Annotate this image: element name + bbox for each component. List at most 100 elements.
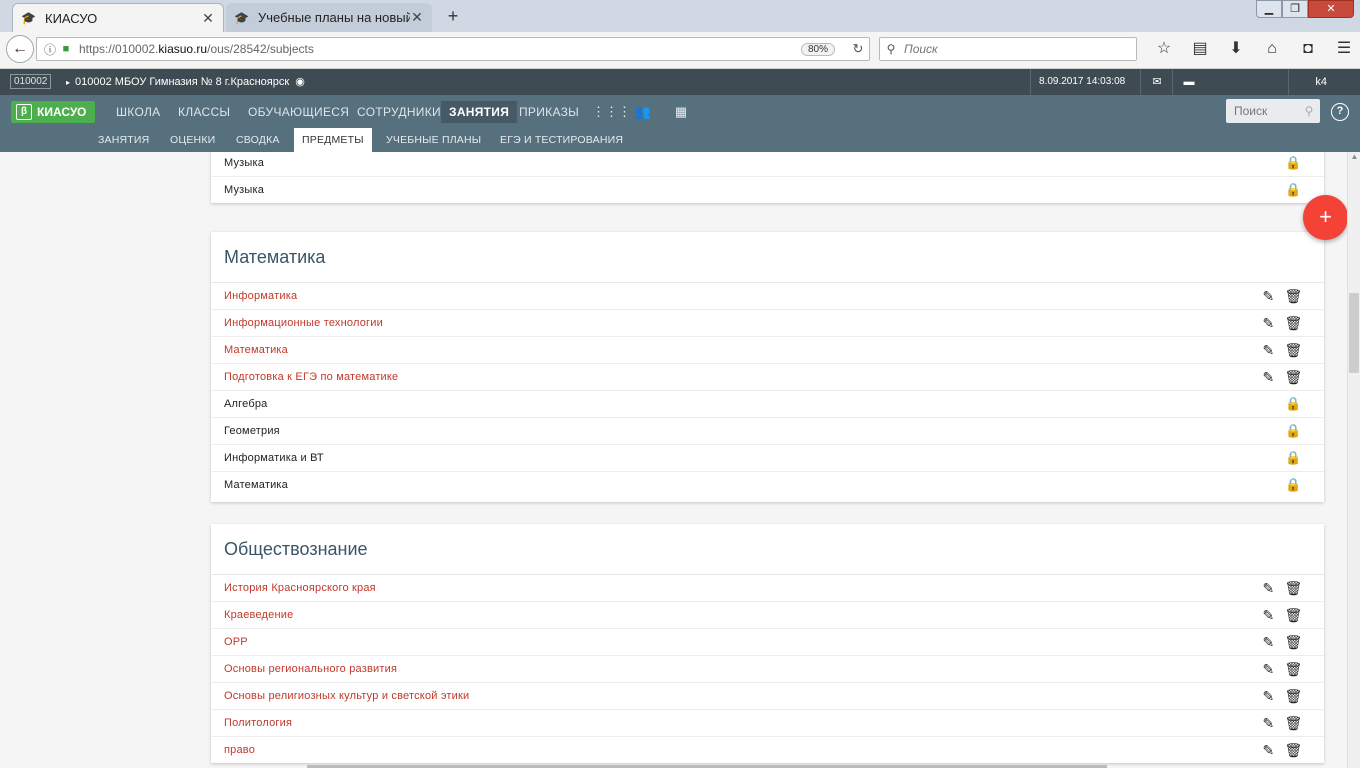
restore-button[interactable]: ❐ bbox=[1282, 0, 1308, 18]
zoom-badge[interactable]: 80% bbox=[800, 42, 835, 56]
menu-item-school[interactable]: ШКОЛА bbox=[108, 101, 168, 123]
edit-pencil-icon[interactable]: ✎ bbox=[1256, 602, 1281, 628]
subject-name: Музыка bbox=[224, 184, 265, 196]
edit-pencil-icon[interactable]: ✎ bbox=[1256, 656, 1281, 682]
delete-trash-icon[interactable]: 🗑 bbox=[1281, 283, 1306, 309]
menu-item-students[interactable]: ОБУЧАЮЩИЕСЯ bbox=[240, 101, 357, 123]
mail-icon[interactable]: ✉ bbox=[1140, 69, 1173, 95]
row-actions: ✎ 🗑 bbox=[1256, 737, 1306, 763]
subject-name[interactable]: Краеведение bbox=[224, 609, 293, 621]
delete-trash-icon[interactable]: 🗑 bbox=[1281, 629, 1306, 655]
app-search[interactable]: ⚲ bbox=[1226, 99, 1320, 123]
subject-name[interactable]: ОРР bbox=[224, 636, 248, 648]
new-tab-button[interactable]: + bbox=[444, 6, 462, 27]
browser-tab-inactive[interactable]: 🎓 Учебные планы на новый у ✕ bbox=[226, 3, 432, 32]
tab-grades[interactable]: ОЦЕНКИ bbox=[162, 128, 223, 152]
subject-name[interactable]: Основы регионального развития bbox=[224, 663, 397, 675]
menu-item-lessons[interactable]: ЗАНЯТИЯ bbox=[441, 101, 518, 123]
browser-search-input[interactable] bbox=[902, 41, 1126, 57]
search-icon[interactable]: ⚲ bbox=[1298, 104, 1320, 118]
delete-trash-icon[interactable]: 🗑 bbox=[1281, 575, 1306, 601]
edit-pencil-icon[interactable]: ✎ bbox=[1256, 710, 1281, 736]
subject-name[interactable]: Информационные технологии bbox=[224, 317, 383, 329]
subject-name[interactable]: История Красноярского края bbox=[224, 582, 376, 594]
close-window-button[interactable]: ✕ bbox=[1308, 0, 1354, 18]
org-selector[interactable]: ▸ 010002 МБОУ Гимназия № 8 г.Красноярск ◉ bbox=[66, 75, 305, 88]
edit-pencil-icon[interactable]: ✎ bbox=[1256, 683, 1281, 709]
menu-item-staff[interactable]: СОТРУДНИКИ bbox=[349, 101, 449, 123]
app-search-input[interactable] bbox=[1226, 103, 1298, 119]
edit-pencil-icon[interactable]: ✎ bbox=[1256, 575, 1281, 601]
subject-row[interactable]: Математика ✎ 🗑 bbox=[211, 337, 1324, 364]
browser-tab-active[interactable]: 🎓 КИАСУО ✕ bbox=[12, 3, 224, 32]
browser-search-bar[interactable]: ⚲ bbox=[879, 37, 1137, 61]
delete-trash-icon[interactable]: 🗑 bbox=[1281, 656, 1306, 682]
edit-pencil-icon[interactable]: ✎ bbox=[1256, 737, 1281, 763]
delete-trash-icon[interactable]: 🗑 bbox=[1281, 683, 1306, 709]
menu-item-orders[interactable]: ПРИКАЗЫ bbox=[511, 101, 587, 123]
delete-trash-icon[interactable]: 🗑 bbox=[1281, 337, 1306, 363]
user-name[interactable]: k4 bbox=[1288, 69, 1327, 95]
delete-trash-icon[interactable]: 🗑 bbox=[1281, 364, 1306, 390]
edit-pencil-icon[interactable]: ✎ bbox=[1256, 337, 1281, 363]
delete-trash-icon[interactable]: 🗑 bbox=[1281, 710, 1306, 736]
delete-trash-icon[interactable]: 🗑 bbox=[1281, 602, 1306, 628]
app-logo[interactable]: β КИАСУО bbox=[11, 101, 95, 123]
tab-subjects[interactable]: ПРЕДМЕТЫ bbox=[294, 128, 372, 152]
subject-row[interactable]: Основы религиозных культур и светской эт… bbox=[211, 683, 1324, 710]
info-icon[interactable]: ⓘ bbox=[41, 41, 59, 58]
subject-row[interactable]: ОРР ✎ 🗑 bbox=[211, 629, 1324, 656]
close-tab-icon[interactable]: ✕ bbox=[201, 10, 215, 27]
scrollbar-thumb[interactable] bbox=[1349, 293, 1359, 373]
subject-row[interactable]: История Красноярского края ✎ 🗑 bbox=[211, 575, 1324, 602]
delete-trash-icon[interactable]: 🗑 bbox=[1281, 737, 1306, 763]
main-menu: β КИАСУО ШКОЛА КЛАССЫ ОБУЧАЮЩИЕСЯ СОТРУД… bbox=[0, 95, 1360, 128]
home-icon[interactable]: ⌂ bbox=[1254, 38, 1290, 60]
subject-name[interactable]: Подготовка к ЕГЭ по математике bbox=[224, 371, 398, 383]
document-icon[interactable]: ▬ bbox=[1172, 69, 1205, 95]
address-bar[interactable]: ⓘ ■ https://010002.kiasuo.ru/ous/28542/s… bbox=[36, 37, 870, 61]
close-tab-icon[interactable]: ✕ bbox=[410, 9, 424, 26]
menu-item-classes[interactable]: КЛАССЫ bbox=[170, 101, 238, 123]
edit-pencil-icon[interactable]: ✎ bbox=[1256, 283, 1281, 309]
subject-row[interactable]: Подготовка к ЕГЭ по математике ✎ 🗑 bbox=[211, 364, 1324, 391]
add-subject-button[interactable]: + bbox=[1303, 195, 1348, 240]
reading-list-icon[interactable]: ▤ bbox=[1182, 38, 1218, 60]
subject-row[interactable]: Основы регионального развития ✎ 🗑 bbox=[211, 656, 1324, 683]
subject-row[interactable]: Информатика ✎ 🗑 bbox=[211, 283, 1324, 310]
scroll-up-icon[interactable]: ▲ bbox=[1348, 152, 1360, 164]
minimize-button[interactable]: ▁ bbox=[1256, 0, 1282, 18]
scrollbar[interactable]: ▲ bbox=[1347, 152, 1360, 768]
subject-name[interactable]: Политология bbox=[224, 717, 292, 729]
edit-pencil-icon[interactable]: ✎ bbox=[1256, 310, 1281, 336]
search-icon: ⚲ bbox=[886, 42, 896, 56]
tab-summary[interactable]: СВОДКА bbox=[228, 128, 288, 152]
calendar-icon[interactable]: ▦ bbox=[670, 101, 692, 123]
subject-row[interactable]: право ✎ 🗑 bbox=[211, 737, 1324, 763]
subject-name[interactable]: Основы религиозных культур и светской эт… bbox=[224, 690, 469, 702]
bookmark-star-icon[interactable]: ☆ bbox=[1146, 38, 1182, 60]
delete-trash-icon[interactable]: 🗑 bbox=[1281, 310, 1306, 336]
reload-icon[interactable]: ↻ bbox=[847, 41, 869, 57]
eye-icon[interactable]: ◉ bbox=[295, 76, 305, 88]
help-icon[interactable]: ? bbox=[1331, 103, 1349, 121]
subject-name[interactable]: Информатика bbox=[224, 290, 297, 302]
subject-name[interactable]: право bbox=[224, 744, 255, 756]
subject-row[interactable]: Политология ✎ 🗑 bbox=[211, 710, 1324, 737]
subject-row[interactable]: Краеведение ✎ 🗑 bbox=[211, 602, 1324, 629]
tab-exams[interactable]: ЕГЭ И ТЕСТИРОВАНИЯ bbox=[492, 128, 631, 152]
people-icon[interactable]: 👥 bbox=[632, 101, 654, 123]
menu-hamburger-icon[interactable]: ☰ bbox=[1326, 38, 1360, 60]
tab-curricula[interactable]: УЧЕБНЫЕ ПЛАНЫ bbox=[378, 128, 489, 152]
edit-pencil-icon[interactable]: ✎ bbox=[1256, 629, 1281, 655]
subject-name[interactable]: Математика bbox=[224, 344, 288, 356]
url-text[interactable]: https://010002.kiasuo.ru/ous/28542/subje… bbox=[73, 42, 801, 56]
download-icon[interactable]: ⬇ bbox=[1218, 38, 1254, 60]
edit-pencil-icon[interactable]: ✎ bbox=[1256, 364, 1281, 390]
subject-row[interactable]: Информационные технологии ✎ 🗑 bbox=[211, 310, 1324, 337]
pocket-icon[interactable]: ◘ bbox=[1290, 38, 1326, 60]
back-button[interactable]: ← bbox=[6, 35, 34, 63]
subject-group-card: Обществознание История Красноярского края… bbox=[211, 524, 1324, 763]
tab-lessons[interactable]: ЗАНЯТИЯ bbox=[90, 128, 157, 152]
grid-apps-icon[interactable]: ⋮⋮⋮ bbox=[592, 101, 631, 123]
